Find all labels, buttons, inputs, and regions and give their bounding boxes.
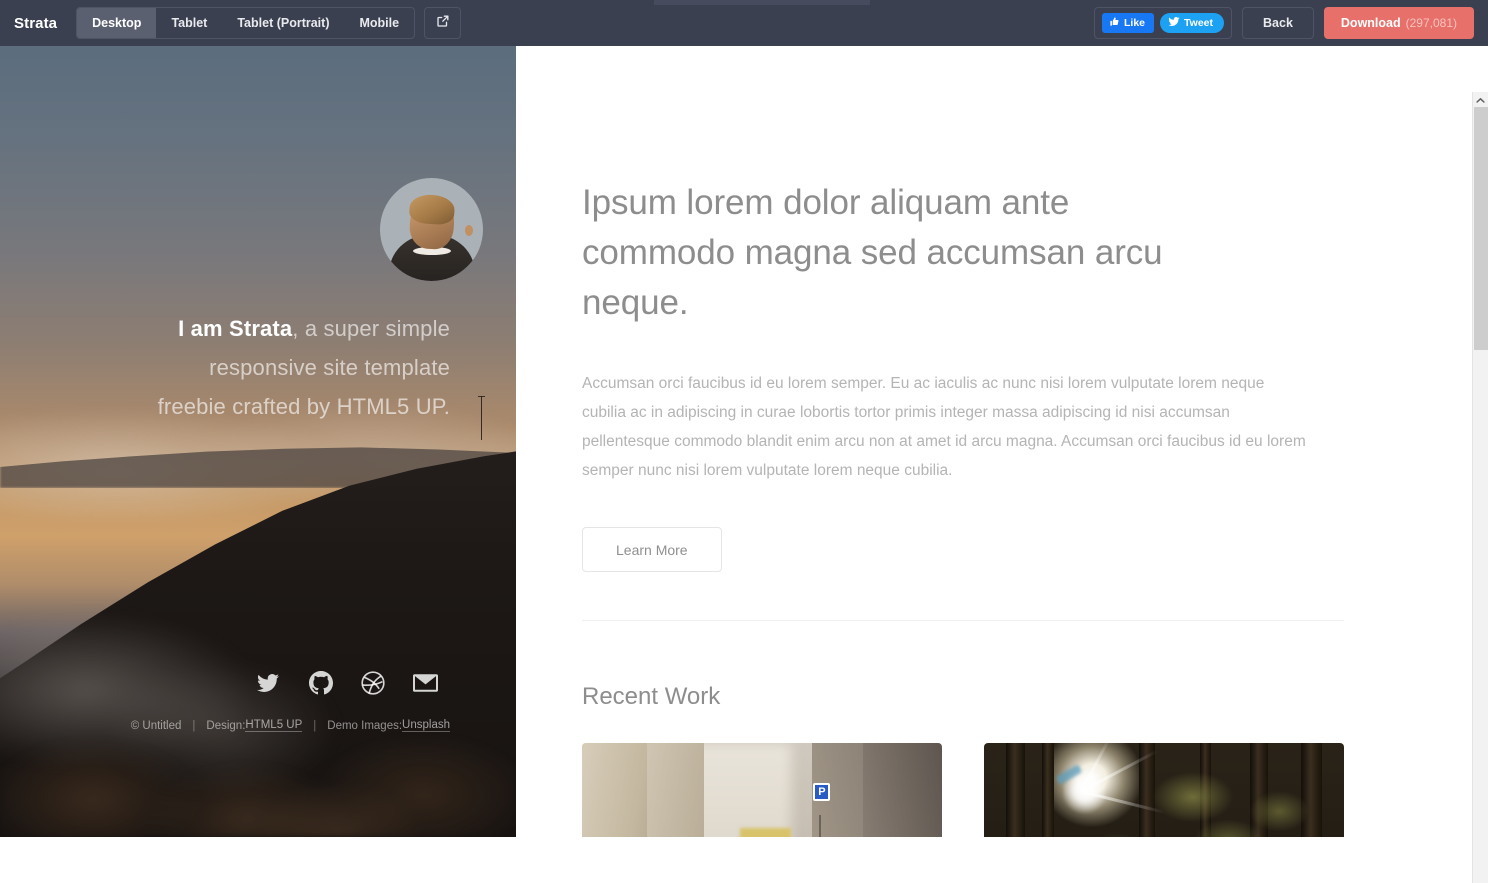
site-sidebar: I am Strata, a super simple responsive s… bbox=[0, 46, 516, 837]
open-in-new-window-button[interactable] bbox=[424, 7, 462, 39]
device-tab-desktop[interactable]: Desktop bbox=[77, 8, 157, 38]
parking-sign-pole bbox=[819, 815, 822, 837]
sidebar-intro-text: I am Strata, a super simple responsive s… bbox=[150, 309, 450, 426]
thumbnail-street[interactable]: P bbox=[582, 743, 942, 837]
download-button[interactable]: Download (297,081) bbox=[1323, 7, 1474, 39]
footer-images-link[interactable]: Unsplash bbox=[402, 719, 450, 732]
toolbar-right-group: Like Tweet Back Download (297,081) bbox=[1094, 7, 1488, 39]
site-main-content: Ipsum lorem dolor aliquam ante commodo m… bbox=[516, 46, 1472, 837]
twitter-tweet-label: Tweet bbox=[1184, 16, 1214, 29]
preview-toolbar: Strata Desktop Tablet Tablet (Portrait) … bbox=[0, 0, 1488, 46]
sidebar-social-links bbox=[255, 671, 450, 695]
footer-separator-1: | bbox=[192, 719, 196, 732]
scrollbar-thumb[interactable] bbox=[1474, 107, 1488, 350]
recent-work-grid: P bbox=[582, 743, 1344, 837]
sidebar-intro-strong: I am Strata bbox=[178, 316, 293, 341]
footer-copyright: © Untitled bbox=[130, 719, 182, 732]
download-label: Download bbox=[1340, 16, 1401, 30]
twitter-bird-icon bbox=[1168, 16, 1180, 30]
facebook-like-label: Like bbox=[1124, 16, 1146, 29]
parking-sign-icon: P bbox=[813, 782, 831, 801]
device-tab-mobile[interactable]: Mobile bbox=[344, 8, 414, 38]
footer-design-prefix: Design: bbox=[206, 719, 246, 732]
twitter-icon[interactable] bbox=[255, 672, 281, 694]
forest-foliage bbox=[984, 743, 1344, 837]
footer-separator-2: | bbox=[313, 719, 317, 732]
social-share-group: Like Tweet bbox=[1094, 7, 1233, 39]
email-icon[interactable] bbox=[413, 673, 438, 693]
avatar-hair bbox=[408, 193, 455, 226]
recent-work-heading: Recent Work bbox=[582, 683, 721, 710]
dribbble-icon[interactable] bbox=[361, 671, 385, 695]
scrollbar-track[interactable] bbox=[1473, 107, 1488, 883]
footer-images-prefix: Demo Images: bbox=[327, 719, 403, 732]
preview-viewport: I am Strata, a super simple responsive s… bbox=[0, 46, 1488, 883]
toolbar-notch bbox=[654, 0, 870, 5]
device-tab-tablet[interactable]: Tablet bbox=[156, 8, 222, 38]
avatar bbox=[380, 178, 483, 281]
learn-more-button[interactable]: Learn More bbox=[582, 527, 722, 572]
section-divider bbox=[582, 620, 1344, 621]
device-size-switcher: Desktop Tablet Tablet (Portrait) Mobile bbox=[76, 7, 416, 39]
street-awning bbox=[740, 827, 791, 837]
brand-title: Strata bbox=[14, 14, 58, 32]
scroll-up-button[interactable] bbox=[1473, 92, 1488, 107]
device-tab-tablet-portrait[interactable]: Tablet (Portrait) bbox=[222, 8, 344, 38]
page-scrollbar[interactable] bbox=[1472, 92, 1488, 883]
github-icon[interactable] bbox=[309, 671, 333, 695]
footer-design-link[interactable]: HTML5 UP bbox=[245, 719, 303, 732]
avatar-ear bbox=[465, 225, 473, 236]
thumbnail-forest[interactable] bbox=[984, 743, 1344, 837]
intro-paragraph: Accumsan orci faucibus id eu lorem sempe… bbox=[582, 375, 1306, 479]
back-button[interactable]: Back bbox=[1242, 7, 1314, 39]
download-count: (297,081) bbox=[1405, 16, 1457, 30]
sidebar-footer: © Untitled | Design: HTML5 UP | Demo Ima… bbox=[131, 719, 450, 732]
chevron-up-icon bbox=[1476, 91, 1485, 109]
page-title: Ipsum lorem dolor aliquam ante commodo m… bbox=[582, 183, 1163, 322]
twitter-tweet-button[interactable]: Tweet bbox=[1160, 13, 1225, 33]
thumbs-up-icon bbox=[1109, 16, 1120, 30]
facebook-like-button[interactable]: Like bbox=[1102, 13, 1155, 33]
external-link-icon bbox=[436, 14, 450, 33]
street-building-left-2 bbox=[646, 743, 705, 837]
